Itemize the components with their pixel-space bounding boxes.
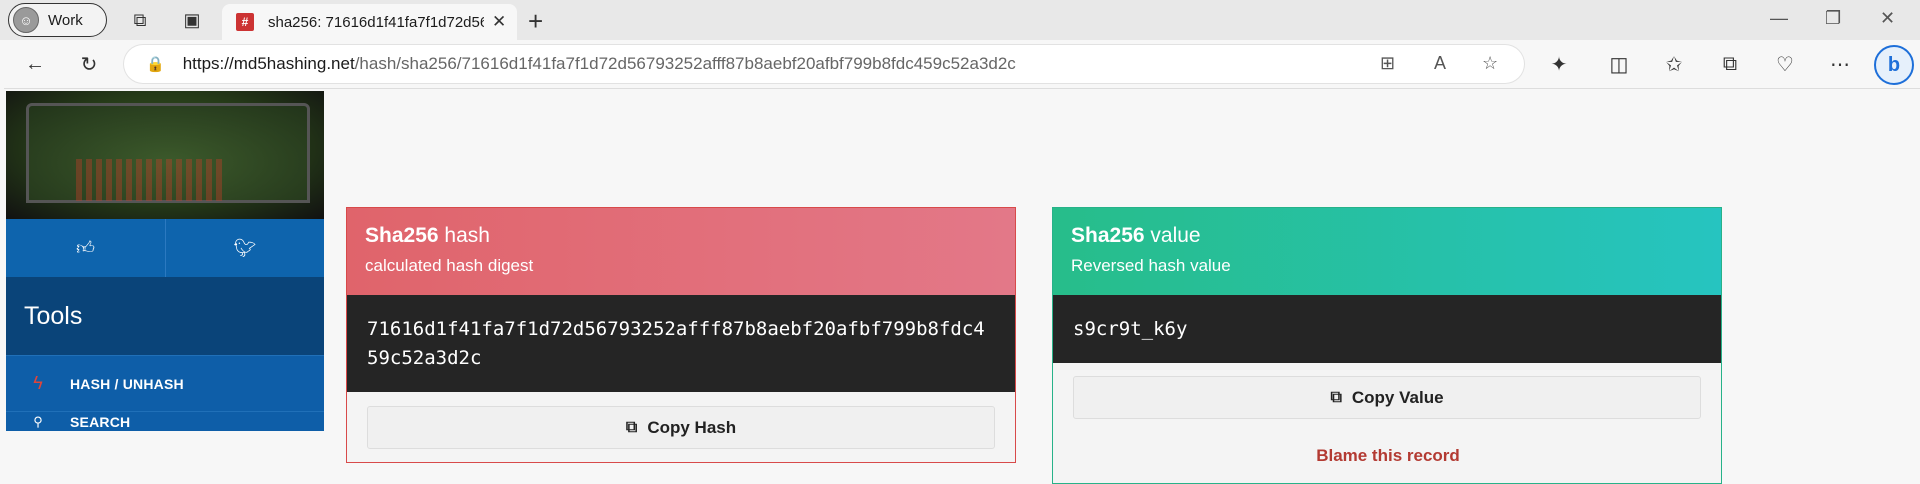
value-card-subtitle: Reversed hash value — [1071, 256, 1231, 275]
collections-icon[interactable]: ⧉ — [1716, 50, 1744, 78]
lock-icon[interactable]: 🔒 — [146, 55, 165, 73]
refresh-icon[interactable]: ↻ — [75, 50, 103, 78]
close-window-icon[interactable]: ✕ — [1880, 8, 1895, 29]
favorite-star-icon[interactable]: ☆ — [1482, 53, 1498, 74]
sidebar-item-label: SEARCH — [70, 413, 131, 430]
address-bar[interactable]: 🔒 https://md5hashing.net/hash/sha256/716… — [124, 45, 1524, 83]
hash-card-header: Sha256 hash calculated hash digest — [347, 208, 1015, 295]
bing-copilot-icon[interactable]: b — [1874, 45, 1914, 85]
address-bar-row: ← ↻ 🔒 https://md5hashing.net/hash/sha256… — [0, 40, 1920, 88]
social-buttons: 👍︎ 🐦︎ — [6, 219, 324, 277]
hero-image — [6, 91, 324, 219]
split-screen-icon[interactable]: ◫ — [1605, 50, 1633, 78]
copy-hash-label: Copy Hash — [647, 417, 737, 437]
sidebar-item-hash-unhash[interactable]: ϟ HASH / UNHASH — [6, 355, 324, 411]
workspaces-icon[interactable]: ⧉ — [128, 8, 152, 32]
hash-card: Sha256 hash calculated hash digest 71616… — [346, 207, 1016, 463]
avatar: ☺ — [13, 7, 39, 33]
url-text[interactable]: https://md5hashing.net/hash/sha256/71616… — [183, 54, 1016, 74]
reversed-value[interactable]: s9cr9t_k6y — [1053, 295, 1721, 363]
sidebar-item-label: HASH / UNHASH — [70, 375, 184, 392]
tab-close-icon[interactable]: ✕ — [492, 12, 506, 32]
thumbs-up-icon: 👍︎ — [76, 238, 95, 258]
tools-heading: Tools — [6, 277, 324, 355]
vertical-tabs-icon[interactable]: ▣ — [180, 8, 204, 32]
page-content: 👍︎ 🐦︎ Tools ϟ HASH / UNHASH ⚲ SEARCH Sha… — [4, 88, 1920, 484]
tab-strip: ☺ Work ⧉ ▣ # sha256: 71616d1f41fa7f1d72d… — [0, 0, 1920, 40]
blame-record-link[interactable]: Blame this record — [1053, 446, 1723, 466]
hash-card-title: Sha256 hash — [365, 224, 490, 247]
favorites-icon[interactable]: ✩ — [1660, 50, 1688, 78]
like-button[interactable]: 👍︎ — [6, 219, 165, 277]
browser-essentials-icon[interactable]: ♡ — [1771, 50, 1799, 78]
profile-button[interactable]: ☺ Work — [8, 3, 107, 37]
back-icon[interactable]: ← — [21, 50, 49, 78]
tab-active[interactable]: # sha256: 71616d1f41fa7f1d72d56 ✕ — [222, 4, 517, 40]
copy-icon: ⧉ — [1330, 388, 1342, 406]
copy-icon: ⧉ — [625, 418, 638, 436]
value-card-header: Sha256 value Reversed hash value — [1053, 208, 1721, 295]
copy-hash-button[interactable]: ⧉ Copy Hash — [367, 406, 995, 449]
value-card: Sha256 value Reversed hash value s9cr9t_… — [1052, 207, 1722, 484]
site-favicon-icon: # — [236, 13, 254, 31]
copy-value-label: Copy Value — [1351, 387, 1444, 407]
bolt-icon: ϟ — [33, 373, 43, 393]
extensions-icon[interactable]: ✦ — [1545, 50, 1573, 78]
minimize-icon[interactable]: — — [1770, 8, 1788, 29]
twitter-button[interactable]: 🐦︎ — [165, 219, 324, 277]
new-tab-icon[interactable]: + — [528, 6, 543, 37]
read-aloud-icon[interactable]: A — [1434, 53, 1446, 74]
search-icon: ⚲ — [33, 413, 43, 429]
restore-icon[interactable]: ❐ — [1825, 8, 1841, 29]
tab-title: sha256: 71616d1f41fa7f1d72d56 — [268, 13, 484, 31]
screen-glow — [76, 159, 226, 201]
twitter-icon: 🐦︎ — [233, 237, 257, 258]
more-options-icon[interactable]: ⋯ — [1826, 50, 1854, 78]
app-available-icon[interactable]: ⊞ — [1380, 53, 1395, 74]
hash-digest[interactable]: 71616d1f41fa7f1d72d56793252afff87b8aebf2… — [347, 295, 1015, 392]
copy-value-button[interactable]: ⧉ Copy Value — [1073, 376, 1701, 419]
hash-card-subtitle: calculated hash digest — [365, 256, 534, 275]
sidebar-item-search[interactable]: ⚲ SEARCH — [6, 411, 324, 431]
value-card-title: Sha256 value — [1071, 224, 1201, 247]
sidebar: 👍︎ 🐦︎ Tools ϟ HASH / UNHASH ⚲ SEARCH — [6, 91, 324, 431]
profile-label: Work — [48, 11, 83, 29]
